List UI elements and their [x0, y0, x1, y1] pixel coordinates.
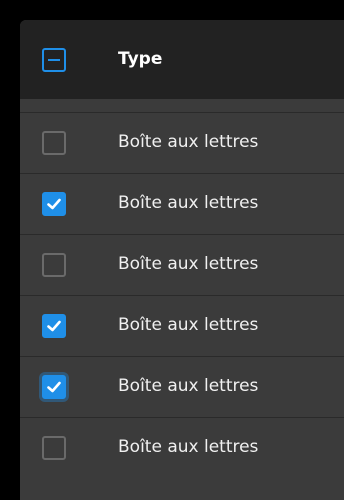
- row-checkbox[interactable]: [42, 253, 66, 277]
- row-checkbox[interactable]: [42, 192, 66, 216]
- row-checkbox[interactable]: [42, 131, 66, 155]
- select-all-checkbox[interactable]: [42, 48, 66, 72]
- table-row[interactable]: Boîte aux lettres: [20, 356, 344, 417]
- row-checkbox[interactable]: [42, 314, 66, 338]
- row-label: Boîte aux lettres: [118, 315, 259, 335]
- type-column-panel: Type Boîte aux lettres Boîte aux lettres…: [20, 20, 344, 500]
- row-label: Boîte aux lettres: [118, 254, 259, 274]
- row-checkbox[interactable]: [42, 436, 66, 460]
- checkmark-icon: [47, 198, 61, 210]
- row-label: Boîte aux lettres: [118, 437, 259, 457]
- row-checkbox[interactable]: [42, 375, 66, 399]
- row-label: Boîte aux lettres: [118, 376, 259, 396]
- table-row[interactable]: Boîte aux lettres: [20, 417, 344, 478]
- column-header: Type: [20, 20, 344, 99]
- row-label: Boîte aux lettres: [118, 132, 259, 152]
- table-row[interactable]: Boîte aux lettres: [20, 173, 344, 234]
- table-row[interactable]: Boîte aux lettres: [20, 234, 344, 295]
- table-row[interactable]: Boîte aux lettres: [20, 295, 344, 356]
- table-row[interactable]: Boîte aux lettres: [20, 112, 344, 173]
- checkmark-icon: [47, 381, 61, 393]
- checkmark-icon: [47, 320, 61, 332]
- row-label: Boîte aux lettres: [118, 193, 259, 213]
- column-header-label: Type: [118, 49, 163, 69]
- minus-icon: [48, 59, 60, 61]
